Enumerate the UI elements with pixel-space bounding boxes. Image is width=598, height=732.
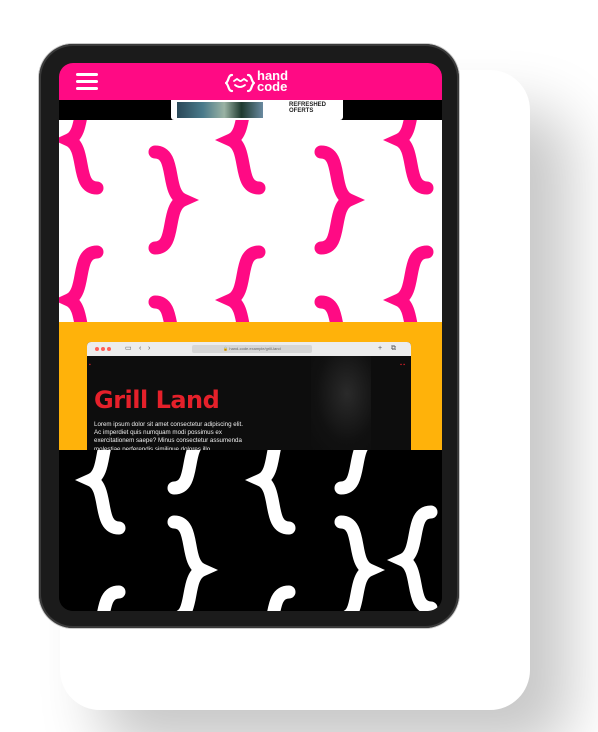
magazine-text: REFRESHED OFERTS xyxy=(289,102,327,114)
minimize-dot[interactable] xyxy=(101,347,105,351)
logo-text: hand code xyxy=(257,68,289,94)
maximize-dot[interactable] xyxy=(107,347,111,351)
braces-pattern-pink xyxy=(59,120,442,322)
site-nav-right: ▪ ▪ xyxy=(400,362,405,368)
magazine-preview: REFRESHED OFERTS xyxy=(171,100,343,120)
grill-body: Lorem ipsum dolor sit amet consectetur a… xyxy=(94,421,243,450)
browser-mockup: ▭ ‹ › 🔒 hand-code.example/grill-land + ⧉… xyxy=(87,342,411,450)
browser-toolbar: ▭ ‹ › 🔒 hand-code.example/grill-land + ⧉ xyxy=(87,342,411,356)
hamburger-icon[interactable] xyxy=(76,73,98,90)
hero-image xyxy=(311,356,371,450)
magazine-image xyxy=(177,102,263,118)
back-icon[interactable]: ‹ xyxy=(139,345,141,353)
forward-icon[interactable]: › xyxy=(148,345,150,353)
address-bar[interactable]: 🔒 hand-code.example/grill-land xyxy=(192,345,312,353)
close-dot[interactable] xyxy=(95,347,99,351)
braces-pattern-white xyxy=(59,450,442,611)
grill-title: Grill Land xyxy=(94,386,220,414)
braces-smile-icon xyxy=(225,73,255,93)
preview-strip: REFRESHED OFERTS xyxy=(59,100,442,120)
tabs-icon[interactable]: ⧉ xyxy=(391,345,396,353)
site-header: hand code xyxy=(59,63,442,100)
new-tab-icon[interactable]: + xyxy=(378,345,382,353)
sidebar-icon[interactable]: ▭ xyxy=(125,345,132,353)
site-nav-left: ▪ xyxy=(89,362,91,368)
tablet-screen: hand code REFRESHED OFERTS ▭ ‹ › 🔒 hand-… xyxy=(59,63,442,611)
